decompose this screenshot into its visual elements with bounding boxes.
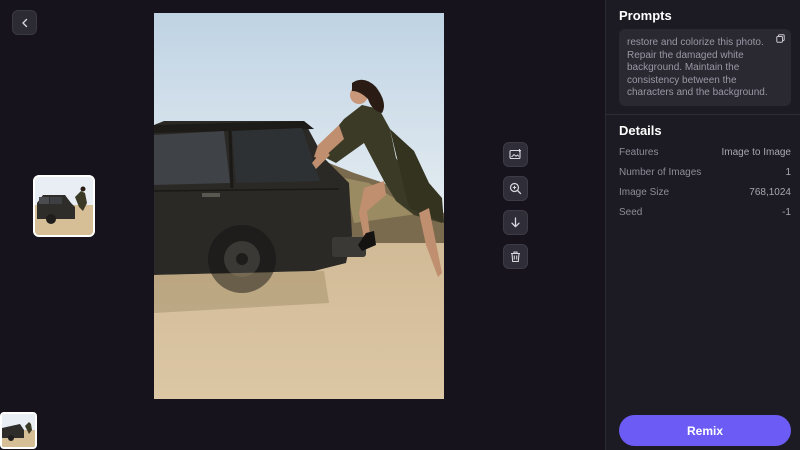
back-button[interactable]: [12, 10, 37, 35]
details-panel: Prompts restore and colorize this photo.…: [605, 0, 800, 450]
detail-row-image-size: Image Size 768,1024: [619, 187, 791, 198]
details-heading: Details: [619, 123, 662, 138]
add-image-button[interactable]: [503, 142, 528, 167]
image-toolbar: [503, 142, 528, 269]
detail-value: 1: [785, 167, 791, 178]
detail-value: -1: [782, 207, 791, 218]
prompt-text-box: restore and colorize this photo. Repair …: [619, 29, 791, 106]
zoom-in-icon: [509, 182, 522, 195]
copy-icon[interactable]: [776, 34, 785, 43]
chevron-left-icon: [21, 18, 27, 27]
remix-button[interactable]: Remix: [619, 415, 791, 446]
image-thumbnail-small[interactable]: [0, 412, 37, 449]
image-thumbnail[interactable]: [33, 175, 95, 237]
main-image: [154, 13, 444, 399]
detail-row-features: Features Image to Image: [619, 147, 791, 158]
detail-label: Features: [619, 147, 659, 158]
main-photo: [154, 13, 444, 399]
thumbnail-image: [35, 177, 93, 235]
add-image-icon: [509, 149, 521, 160]
thumbnail-image-small: [2, 414, 35, 447]
delete-button[interactable]: [503, 244, 528, 269]
trash-icon: [511, 251, 520, 263]
app-root: Prompts restore and colorize this photo.…: [0, 0, 800, 450]
prompts-heading: Prompts: [619, 8, 672, 23]
zoom-in-button[interactable]: [503, 176, 528, 201]
detail-value: 768,1024: [749, 187, 791, 198]
detail-row-number-of-images: Number of Images 1: [619, 167, 791, 178]
detail-label: Number of Images: [619, 167, 702, 178]
detail-label: Image Size: [619, 187, 670, 198]
detail-label: Seed: [619, 207, 643, 218]
download-button[interactable]: [503, 210, 528, 235]
detail-value: Image to Image: [721, 147, 791, 158]
panel-divider: [606, 114, 800, 115]
download-icon: [511, 217, 520, 228]
prompt-text: restore and colorize this photo. Repair …: [627, 37, 768, 98]
detail-row-seed: Seed -1: [619, 207, 791, 218]
